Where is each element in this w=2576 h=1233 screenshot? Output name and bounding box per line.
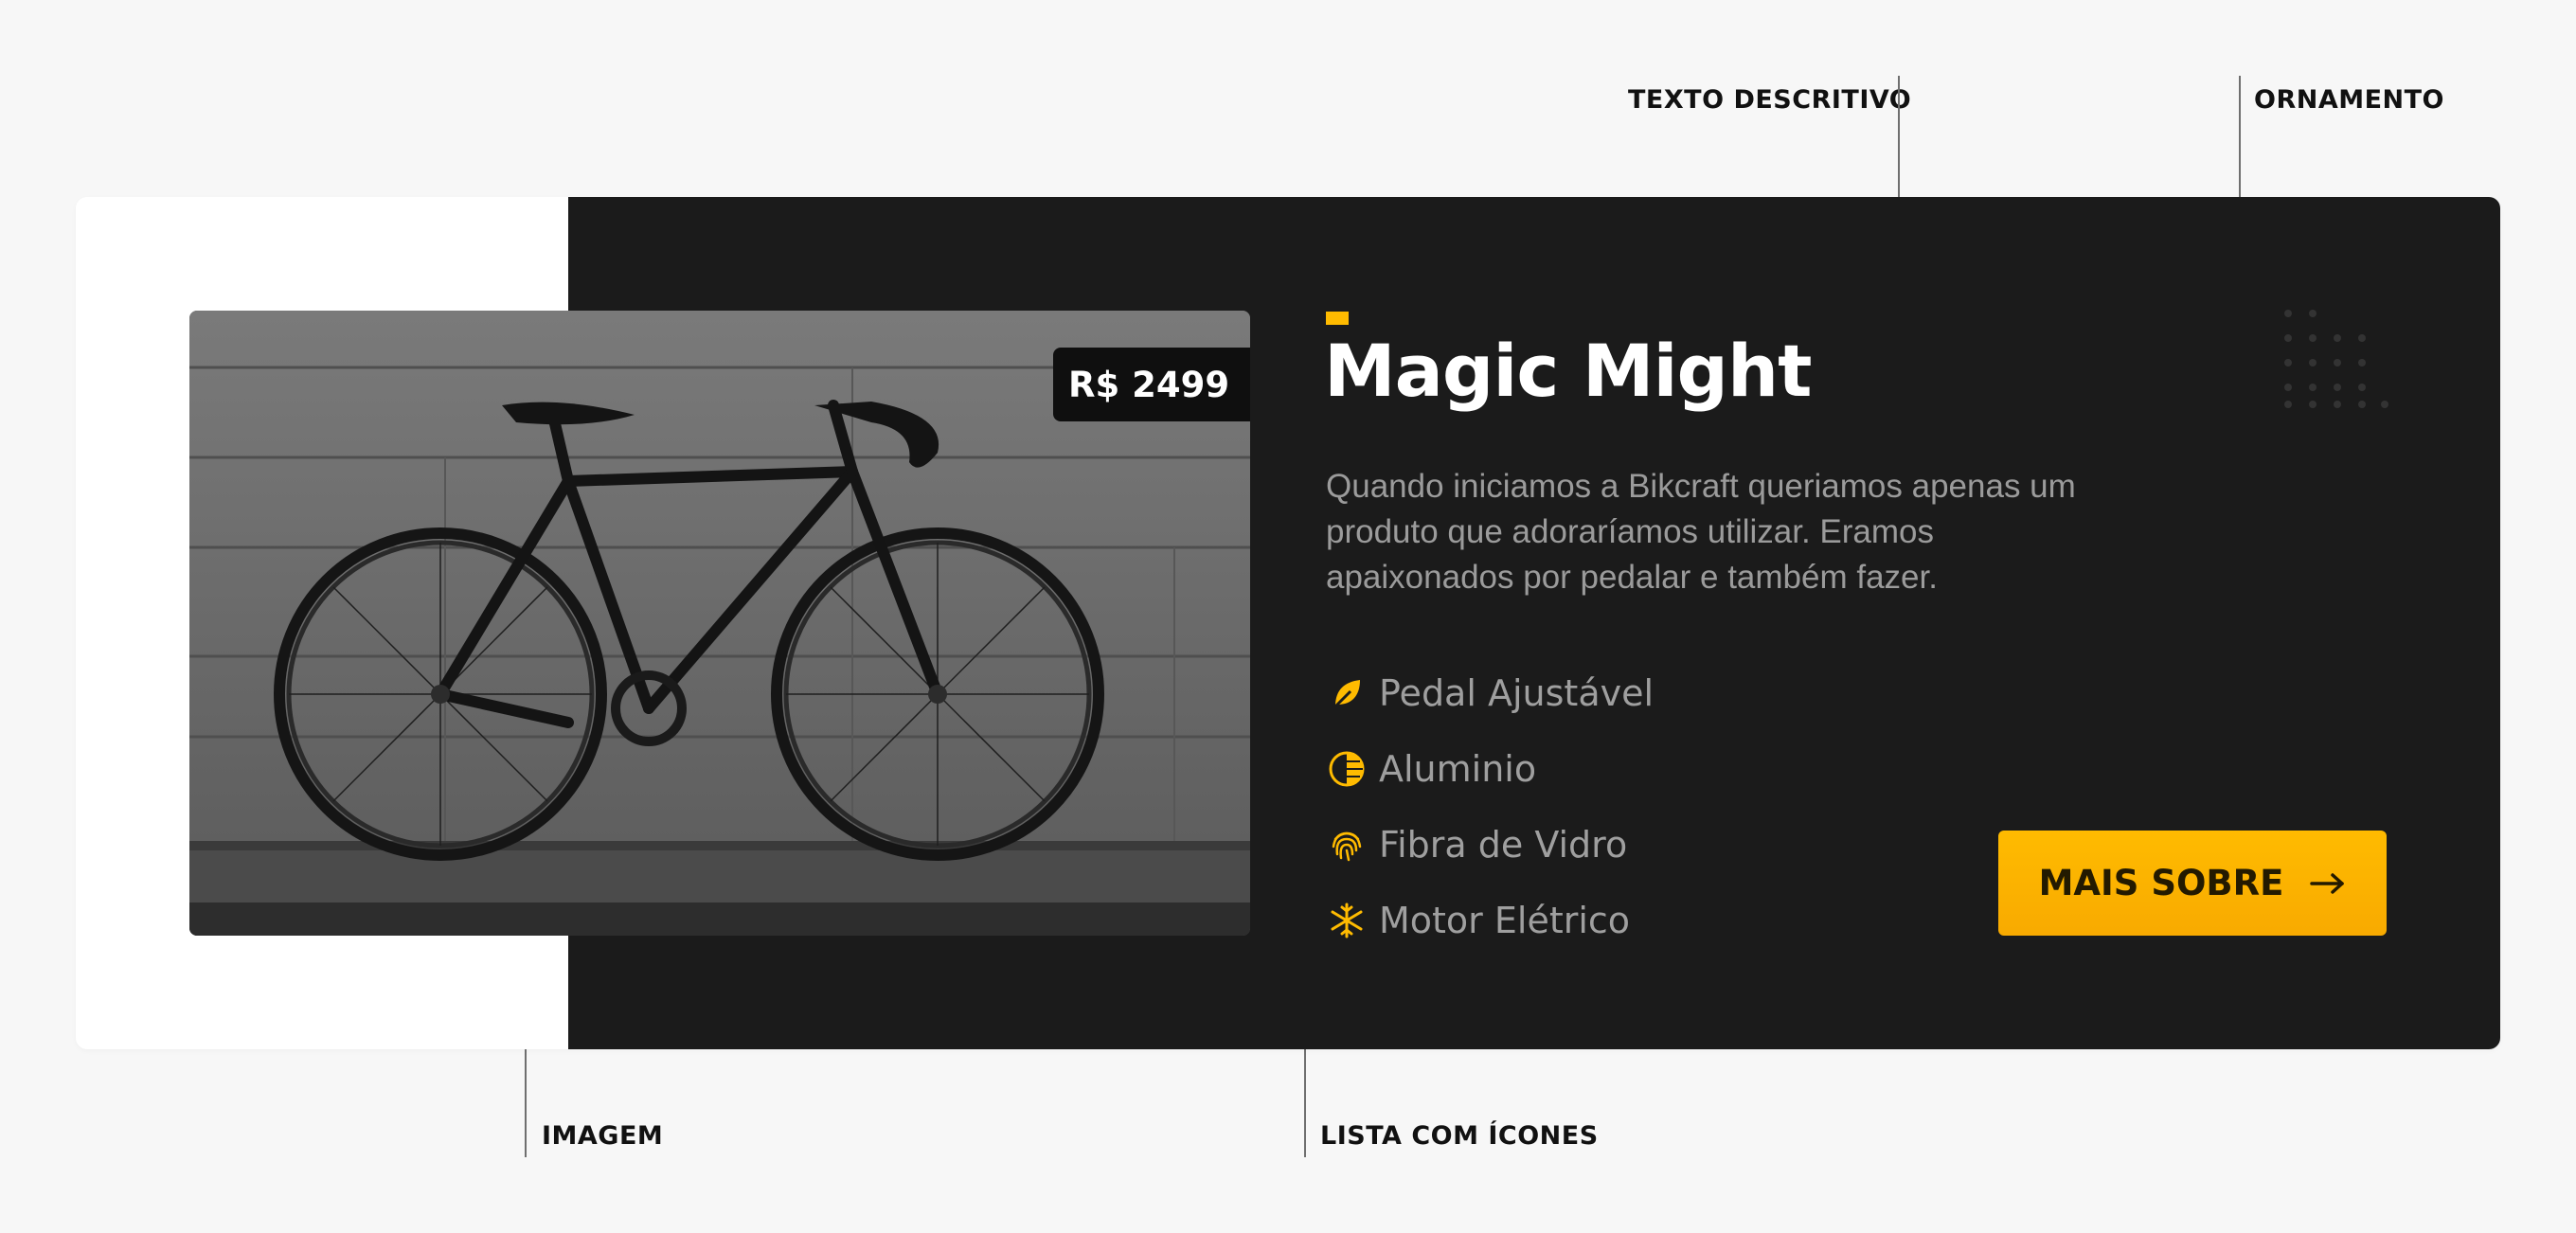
feature-label: Aluminio <box>1379 748 1537 790</box>
annotation-ornamento: ORNAMENTO <box>2254 85 2445 115</box>
feature-label: Motor Elétrico <box>1379 900 1631 941</box>
feature-item: Pedal Ajustável <box>1326 655 1654 731</box>
product-title: Magic Might <box>1324 329 1812 413</box>
arrow-right-icon <box>2310 863 2346 903</box>
fingerprint-icon <box>1326 824 1368 866</box>
half-circle-icon <box>1326 748 1368 790</box>
feature-list: Pedal Ajustável Aluminio Fibra de Vidro … <box>1326 655 1654 958</box>
feature-item: Aluminio <box>1326 731 1654 807</box>
price-tag: R$ 2499 <box>1053 348 1250 421</box>
feature-item: Fibra de Vidro <box>1326 807 1654 883</box>
feature-item: Motor Elétrico <box>1326 883 1654 958</box>
mais-sobre-button[interactable]: MAIS SOBRE <box>1998 831 2387 936</box>
feature-label: Pedal Ajustável <box>1379 672 1655 714</box>
ornament-dots <box>2282 304 2396 422</box>
annotation-lista-com-icones: LISTA COM ÍCONES <box>1320 1121 1599 1151</box>
feature-label: Fibra de Vidro <box>1379 824 1628 866</box>
mais-sobre-label: MAIS SOBRE <box>2038 863 2284 903</box>
leaf-icon <box>1326 672 1368 714</box>
annotation-texto-descritivo: TEXTO DESCRITIVO <box>1628 85 1912 115</box>
product-description: Quando iniciamos a Bikcraft queriamos ap… <box>1326 468 2076 596</box>
annotation-imagem: IMAGEM <box>542 1121 664 1151</box>
accent-bar <box>1326 312 1349 325</box>
snowflake-icon <box>1326 900 1368 941</box>
